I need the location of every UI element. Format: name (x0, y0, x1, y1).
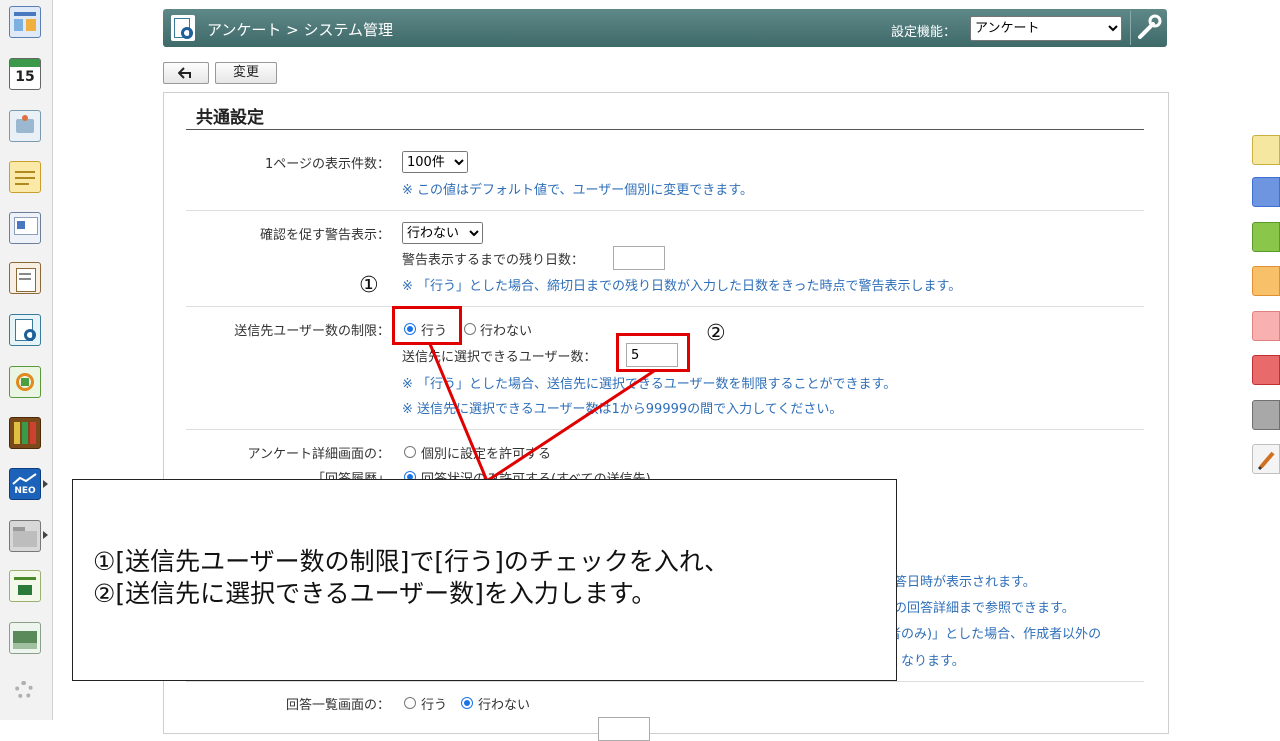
expand-arrow-icon[interactable] (43, 480, 48, 488)
app-header: アンケート > システム管理 設定機能： アンケート (163, 9, 1167, 47)
per-page-note: ※ この値はデフォルト値で、ユーザー個別に変更できます。 (402, 183, 753, 198)
detail-note-fragment-4: くなります。 (888, 654, 965, 669)
workflow-icon[interactable] (9, 366, 41, 398)
portal-icon[interactable] (9, 6, 41, 38)
neo-label: NEO (14, 486, 36, 496)
recipient-limit-label: 送信先ユーザー数の制限： (234, 324, 390, 339)
recipient-count-label: 送信先に選択できるユーザー数： (402, 350, 597, 365)
page-title: アンケート > システム管理 (207, 21, 394, 39)
wrench-icon[interactable] (1130, 11, 1165, 45)
warning-days-label: 警告表示するまでの残り日数： (402, 253, 585, 268)
back-button[interactable] (163, 62, 209, 84)
step-marker-2: ② (706, 321, 726, 346)
bulletin-icon[interactable] (9, 212, 41, 244)
detail-individual-radio[interactable] (404, 446, 416, 458)
function-select[interactable]: アンケート (970, 16, 1122, 41)
row-divider (186, 306, 1144, 307)
memo-icon[interactable] (9, 161, 41, 193)
row-divider (186, 429, 1144, 430)
detail-note-fragment-3: 者のみ)」とした場合、作成者以外の (888, 627, 1102, 642)
right-tool-strip (1250, 0, 1280, 720)
detail-note-fragment-2: の回答詳細まで参照できます。 (894, 601, 1075, 616)
report-icon[interactable] (9, 262, 41, 294)
pink-tab[interactable] (1252, 311, 1280, 341)
warning-label: 確認を促す警告表示： (259, 228, 390, 243)
step-marker-1: ① (359, 273, 379, 298)
facility-icon[interactable] (9, 110, 41, 142)
partial-input[interactable] (598, 717, 650, 741)
recipient-limit-note-1: ※ 「行う」とした場合、送信先に選択できるユーザー数を制限することができます。 (402, 377, 897, 392)
recipient-limit-no-radio[interactable] (464, 323, 476, 335)
answer-list-yes-radio[interactable] (404, 697, 416, 709)
instruction-line-2: ②[送信先に選択できるユーザー数]を入力します。 (93, 579, 657, 608)
per-page-select[interactable]: 100件 (402, 151, 468, 173)
orange-tab[interactable] (1252, 266, 1280, 296)
app-sidebar: 15 NEO (0, 0, 53, 720)
calendar-icon[interactable]: 15 (9, 58, 41, 90)
section-title: 共通設定 (196, 108, 264, 128)
app-tile-icon[interactable] (9, 570, 41, 602)
neo-icon[interactable]: NEO (9, 468, 41, 500)
answer-list-label: 回答一覧画面の： (285, 698, 390, 713)
expand-arrow-2-icon[interactable] (43, 531, 48, 539)
warning-select[interactable]: 行わない (402, 222, 483, 244)
answer-list-no-radio[interactable] (461, 697, 473, 709)
highlight-box-2 (616, 333, 690, 372)
change-button[interactable]: 変更 (215, 62, 277, 84)
settings-function-label: 設定機能： (891, 25, 957, 40)
recipient-limit-note-2: ※ 送信先に選択できるユーザー数は1から99999の間で入力してください。 (402, 402, 843, 417)
cabinet-icon[interactable] (9, 417, 41, 449)
back-arrow-icon (177, 67, 191, 79)
blue-tab[interactable] (1252, 177, 1280, 207)
warning-note: ※ 「行う」とした場合、締切日までの残り日数が入力した日数をきった時点で警告表示… (402, 279, 962, 294)
answer-list-no-label[interactable]: 行わない (478, 694, 530, 713)
highlight-box-1 (392, 306, 462, 345)
warning-days-input[interactable] (613, 246, 665, 270)
recipient-limit-no-label[interactable]: 行わない (480, 320, 532, 339)
instruction-callout: ①[送信先ユーザー数の制限]で[行う]のチェックを入れ、 ②[送信先に選択できる… (72, 479, 897, 681)
gray-tab[interactable] (1252, 400, 1280, 430)
detail-note-fragment-1: 答日時が表示されます。 (894, 575, 1036, 590)
folder-icon[interactable] (9, 520, 41, 552)
per-page-label: 1ページの表示件数： (264, 157, 390, 172)
answer-list-yes-label[interactable]: 行う (421, 694, 447, 713)
pencil-icon[interactable] (1252, 444, 1280, 474)
settings-gear-icon[interactable] (9, 675, 41, 707)
survey-icon[interactable] (9, 314, 41, 346)
detail-screen-label: アンケート詳細画面の： (247, 447, 390, 462)
instruction-line-1: ①[送信先ユーザー数の制限]で[行う]のチェックを入れ、 (93, 547, 730, 576)
section-rule (186, 129, 1144, 130)
row-divider (186, 681, 1144, 682)
detail-individual-label[interactable]: 個別に設定を許可する (421, 443, 551, 462)
calendar-day-text: 15 (15, 69, 35, 85)
row-divider (186, 210, 1144, 211)
sticky-note-icon[interactable] (1252, 135, 1280, 165)
red-tab[interactable] (1252, 355, 1280, 385)
app-tile-2-icon[interactable] (9, 622, 41, 654)
green-tab[interactable] (1252, 222, 1280, 252)
survey-logo-icon (171, 15, 195, 41)
